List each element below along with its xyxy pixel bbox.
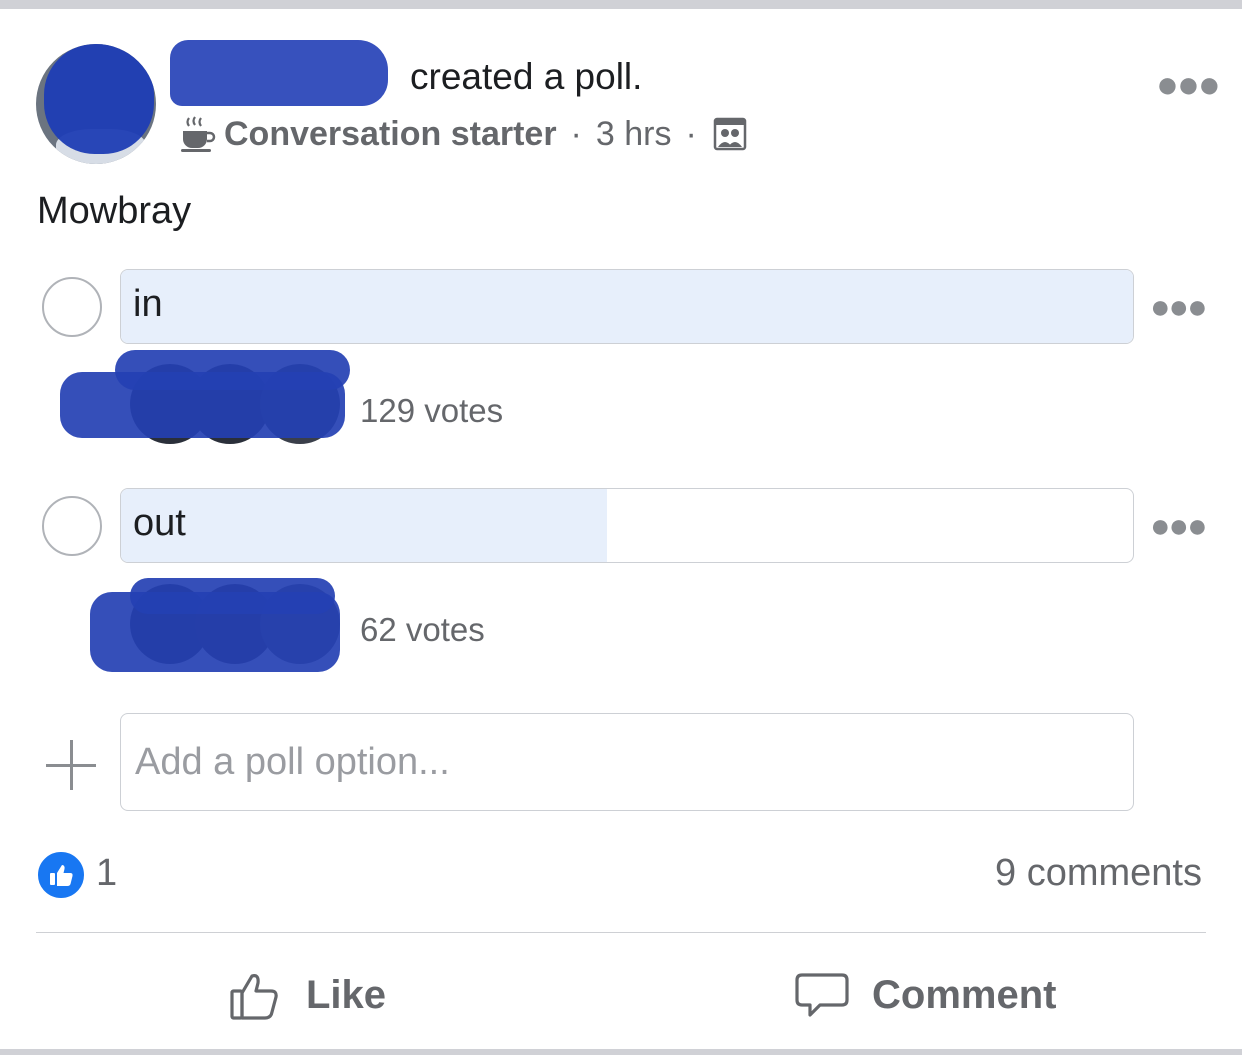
poll-option-label: out bbox=[133, 502, 186, 544]
redaction-mark bbox=[115, 350, 350, 390]
comments-count[interactable]: 9 comments bbox=[995, 852, 1202, 895]
comment-button[interactable]: Comment bbox=[794, 960, 1056, 1030]
like-count[interactable]: 1 bbox=[96, 852, 117, 895]
poll-option-fill bbox=[121, 270, 1133, 343]
poll-option-fill bbox=[121, 489, 607, 562]
like-reaction-icon[interactable] bbox=[36, 850, 86, 900]
more-horizontal-icon[interactable]: ●●● bbox=[1156, 64, 1221, 107]
top-separator bbox=[0, 0, 1242, 9]
more-horizontal-icon[interactable]: ●●● bbox=[1150, 507, 1208, 546]
coffee-cup-icon bbox=[181, 116, 216, 152]
bottom-separator bbox=[0, 1049, 1242, 1055]
post-meta: Conversation starter · 3 hrs · bbox=[180, 112, 747, 156]
plus-icon[interactable] bbox=[46, 740, 96, 790]
redaction-mark bbox=[44, 44, 154, 154]
avatar[interactable] bbox=[36, 44, 156, 164]
more-horizontal-icon[interactable]: ●●● bbox=[1150, 288, 1208, 327]
poll-option-radio[interactable] bbox=[42, 496, 102, 556]
post-timestamp[interactable]: 3 hrs bbox=[596, 115, 672, 154]
redaction-mark bbox=[130, 578, 335, 614]
poll-option-radio[interactable] bbox=[42, 277, 102, 337]
like-button-label: Like bbox=[306, 972, 387, 1017]
thumbs-up-icon bbox=[230, 974, 278, 1020]
poll-option-bar[interactable]: out bbox=[120, 488, 1134, 563]
voter-avatars[interactable] bbox=[60, 350, 360, 460]
poll-option-bar[interactable]: in bbox=[120, 269, 1134, 344]
thumbs-up-icon bbox=[50, 865, 73, 886]
conversation-starter-badge[interactable]: Conversation starter bbox=[224, 115, 557, 154]
poll-option-label: in bbox=[133, 283, 163, 325]
author-name-redacted[interactable] bbox=[170, 40, 388, 106]
meta-separator: · bbox=[570, 114, 582, 153]
comment-bubble-icon bbox=[795, 973, 849, 1017]
divider bbox=[36, 932, 1206, 933]
post-headline: created a poll. bbox=[410, 56, 643, 97]
add-poll-option-input[interactable] bbox=[120, 713, 1134, 811]
vote-count[interactable]: 129 votes bbox=[360, 392, 503, 430]
voter-avatars[interactable] bbox=[90, 570, 390, 680]
like-button[interactable]: Like bbox=[228, 960, 386, 1030]
vote-count[interactable]: 62 votes bbox=[360, 611, 485, 649]
meta-separator: · bbox=[685, 114, 697, 153]
group-icon bbox=[713, 117, 747, 151]
comment-button-label: Comment bbox=[872, 972, 1057, 1017]
post-text: Mowbray bbox=[37, 190, 192, 232]
